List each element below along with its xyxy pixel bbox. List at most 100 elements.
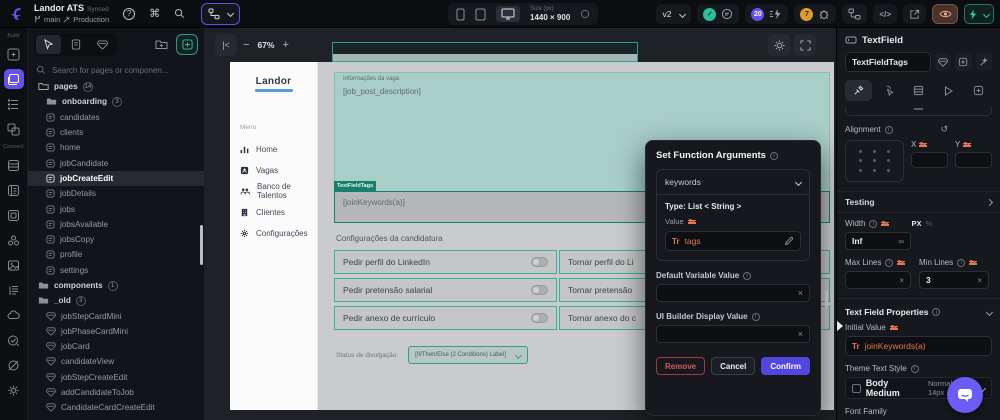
preview-menu-vagas[interactable]: Vagas [240, 160, 317, 181]
style-checkbox[interactable] [852, 384, 861, 393]
widget-name-input[interactable] [845, 52, 931, 72]
tree-component-CandidateCardCreateEdit[interactable]: CandidateCardCreateEdit [28, 400, 204, 415]
initial-value-field[interactable]: Tr joinKeywords(a) [845, 336, 992, 356]
preview-menu-home[interactable]: Home [240, 139, 317, 160]
fit-view-button[interactable] [794, 34, 816, 56]
rail-tests-icon[interactable] [4, 330, 24, 350]
tree-page-jobDetails[interactable]: jobDetails [28, 186, 204, 201]
command-palette-button[interactable]: ⌘ [149, 7, 160, 20]
help-button[interactable]: ? [123, 8, 135, 20]
unit-percent-toggle[interactable]: % [925, 219, 932, 228]
rail-custom-code-icon[interactable] [4, 280, 24, 300]
run-deploy-dropdown[interactable] [964, 4, 994, 24]
tree-component-jobCard[interactable]: jobCard [28, 339, 204, 354]
tab-interactions[interactable] [875, 80, 902, 101]
rail-settings-icon[interactable] [4, 380, 24, 400]
alignment-grid[interactable] [845, 140, 904, 182]
toggle-switch[interactable] [531, 285, 548, 295]
lint-count-badge[interactable]: 20 [751, 8, 764, 21]
rail-database-icon[interactable] [4, 155, 24, 175]
tab-widget-tree[interactable] [905, 80, 932, 101]
zoom-in-button[interactable]: + [282, 39, 288, 51]
preview-menu-configuracoes[interactable]: Configurações [240, 223, 317, 244]
x-alignment-input[interactable] [911, 152, 948, 168]
tab-components[interactable] [90, 35, 115, 54]
tree-page-jobCandidate[interactable]: jobCandidate [28, 155, 204, 170]
version-dropdown[interactable]: v2 [656, 4, 691, 24]
tab-pages[interactable] [63, 35, 88, 54]
device-desktop-button[interactable] [496, 6, 520, 22]
tree-folder-old[interactable]: _old3 [28, 293, 204, 308]
search-button[interactable] [174, 8, 185, 19]
share-button[interactable] [903, 4, 926, 24]
cancel-button[interactable]: Cancel [711, 357, 755, 375]
preview-menu-clientes[interactable]: Clientes [240, 202, 317, 223]
assistant-chat-icon[interactable] [721, 8, 733, 20]
rail-components-icon[interactable] [4, 119, 24, 139]
bug-icon[interactable] [818, 8, 830, 20]
health-check-icon[interactable]: ✓ [703, 8, 716, 21]
magic-suggest-button[interactable] [976, 53, 992, 71]
clear-icon[interactable]: × [798, 288, 803, 298]
size-reset-icon[interactable] [580, 9, 590, 19]
confirm-button[interactable]: Confirm [761, 357, 810, 375]
widget-flow-button[interactable] [842, 4, 867, 24]
view-code-button[interactable]: </> [873, 4, 897, 24]
min-lines-input[interactable]: 3× [919, 271, 989, 289]
device-tablet-button[interactable] [475, 8, 486, 21]
add-page-button[interactable] [176, 34, 198, 55]
rail-media-assets-icon[interactable] [4, 255, 24, 275]
tab-properties[interactable] [845, 80, 872, 101]
rail-widget-tree-icon[interactable] [4, 94, 24, 114]
width-input[interactable]: Inf ∞ [845, 232, 911, 250]
rail-page-selector-icon[interactable] [4, 69, 24, 89]
add-folder-button[interactable] [151, 35, 171, 54]
flow-mode-dropdown[interactable] [201, 3, 240, 25]
flutterflow-logo-icon[interactable] [7, 5, 25, 23]
tree-component-jobStepCreateEdit[interactable]: jobStepCreateEdit [28, 370, 204, 385]
default-value-input[interactable] [663, 289, 798, 298]
tree-component-addCandidateToJob[interactable]: addCandidateToJob [28, 385, 204, 400]
tree-page-settings[interactable]: settings [28, 263, 204, 278]
device-phone-button[interactable] [456, 8, 465, 21]
y-alignment-input[interactable] [955, 152, 992, 168]
preview-menu-banco-talentos[interactable]: Banco de Talentos [240, 181, 317, 202]
tree-component-jobStepCardMini[interactable]: jobStepCardMini [28, 308, 204, 323]
clear-icon[interactable]: × [798, 329, 803, 339]
rail-data-types-icon[interactable] [4, 180, 24, 200]
edit-pencil-icon[interactable] [784, 236, 794, 246]
selected-widget-title-field[interactable] [332, 42, 638, 62]
issue-count-badge[interactable]: 7 [800, 8, 813, 21]
toggle-switch[interactable] [531, 257, 548, 267]
reset-icon[interactable]: ↺ [941, 124, 949, 135]
convert-to-component-button[interactable] [935, 53, 951, 71]
rail-cloud-functions-icon[interactable] [4, 305, 24, 325]
tree-component-jobPhaseCardMini[interactable]: jobPhaseCardMini [28, 324, 204, 339]
tree-page-jobs[interactable]: jobs [28, 201, 204, 216]
status-dropdown[interactable]: [If/Then/Else (2 Conditions) Label] [408, 346, 528, 364]
tab-add-widget[interactable] [965, 80, 992, 101]
tree-component-candidateView[interactable]: candidateView [28, 354, 204, 369]
textfield-properties-header[interactable]: Text Field Properties i [845, 307, 992, 317]
search-input[interactable] [52, 66, 192, 75]
rail-integrations-icon[interactable] [4, 230, 24, 250]
tab-widgets[interactable] [36, 35, 61, 54]
tree-page-profile[interactable]: profile [28, 247, 204, 262]
zoom-out-button[interactable]: − [243, 39, 249, 51]
tree-folder-pages[interactable]: pages14 [28, 79, 204, 94]
tree-folder-components[interactable]: components1 [28, 278, 204, 293]
project-info[interactable]: Landor ATSSynced main Production [34, 4, 109, 24]
toggle-switch[interactable] [531, 313, 548, 323]
tree-page-jobCreateEdit[interactable]: jobCreateEdit [28, 171, 204, 186]
save-as-template-button[interactable] [955, 53, 971, 71]
tree-page-clients[interactable]: clients [28, 125, 204, 140]
panel-scrollbar[interactable] [200, 225, 203, 265]
chat-support-button[interactable] [947, 377, 983, 413]
tab-actions[interactable] [935, 80, 962, 101]
tree-page-candidates[interactable]: candidates [28, 110, 204, 125]
rail-app-state-icon[interactable] [4, 205, 24, 225]
rail-theme-icon[interactable] [4, 355, 24, 375]
unit-px-toggle[interactable]: PX [911, 219, 921, 228]
canvas-scrollbar[interactable] [825, 290, 828, 308]
value-field[interactable]: Tr tags [665, 231, 801, 251]
